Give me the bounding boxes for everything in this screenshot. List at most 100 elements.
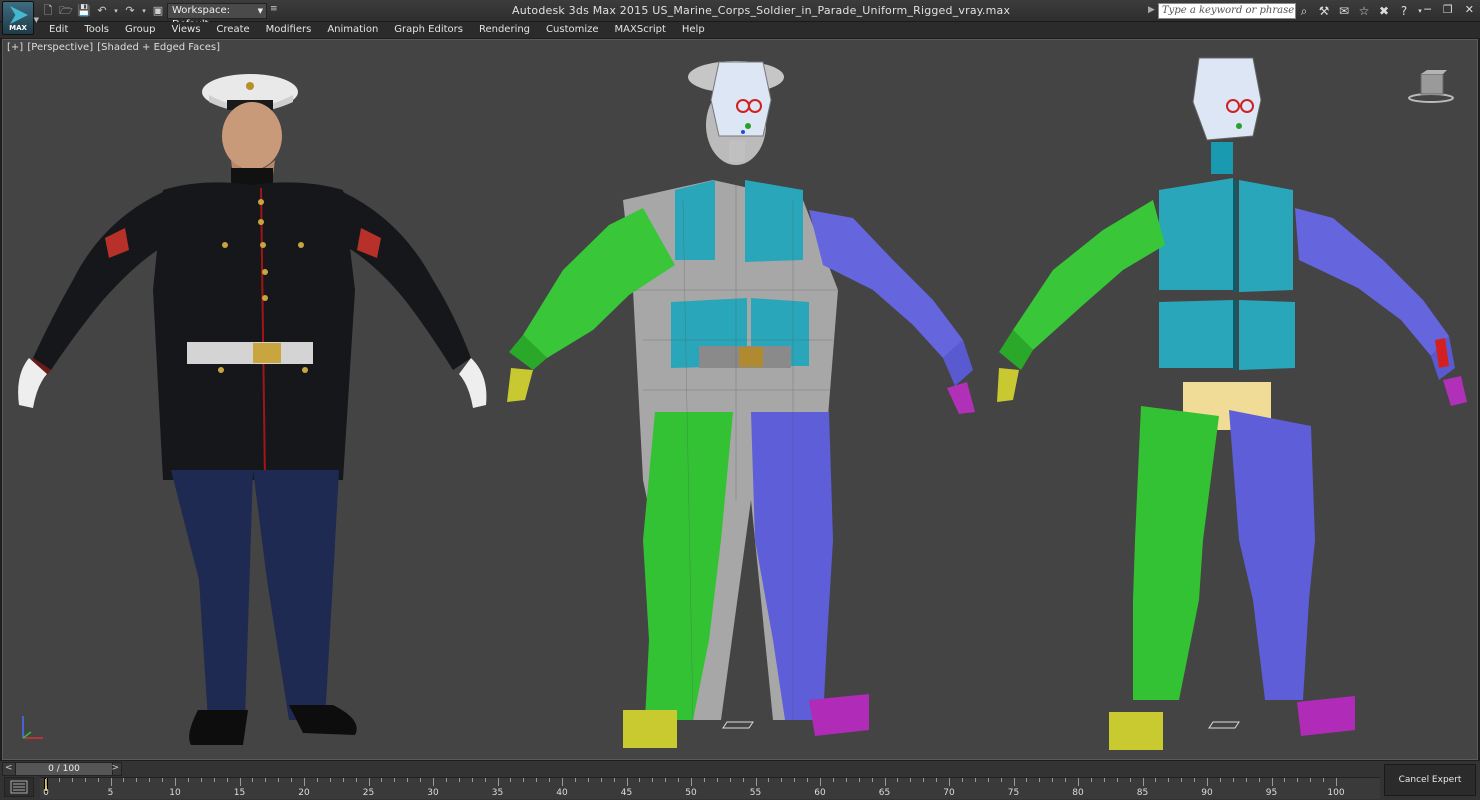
ruler-tick bbox=[858, 778, 860, 782]
redo-icon[interactable]: ↷ bbox=[122, 3, 138, 19]
help-dropdown-icon[interactable]: ▾ bbox=[1416, 3, 1424, 19]
ruler-tick bbox=[1284, 778, 1286, 782]
application-menu-button[interactable]: MAX ▼ bbox=[2, 1, 39, 35]
ruler-tick bbox=[1026, 778, 1028, 782]
subscription-icon[interactable]: ⚒ bbox=[1316, 3, 1332, 19]
binoculars-icon[interactable]: ⌕ bbox=[1296, 3, 1312, 19]
redo-dropdown-icon[interactable]: ▾ bbox=[140, 3, 148, 19]
menu-rendering[interactable]: Rendering bbox=[471, 23, 538, 37]
max-logo-icon bbox=[10, 6, 28, 24]
ruler-tick bbox=[381, 778, 383, 782]
save-icon[interactable]: 💾 bbox=[76, 3, 92, 19]
ruler-tick bbox=[1323, 778, 1325, 782]
menu-edit[interactable]: Edit bbox=[41, 23, 76, 37]
window-title: Autodesk 3ds Max 2015 US_Marine_Corps_So… bbox=[512, 4, 1011, 17]
ruler-tick bbox=[329, 778, 331, 782]
ruler-tick bbox=[691, 778, 692, 786]
ruler-tick bbox=[613, 778, 615, 782]
help-icon[interactable]: ? bbox=[1396, 3, 1412, 19]
time-slider-prev[interactable]: < bbox=[5, 763, 13, 773]
ruler-tick bbox=[742, 778, 744, 782]
marine-skeleton-rig[interactable] bbox=[997, 57, 1467, 750]
ruler-tick bbox=[291, 778, 293, 782]
ruler-tick bbox=[407, 778, 409, 782]
undo-icon[interactable]: ↶ bbox=[94, 3, 110, 19]
search-input[interactable]: Type a keyword or phrase bbox=[1158, 3, 1296, 19]
ruler-tick bbox=[1065, 778, 1067, 782]
ruler-tick-label: 35 bbox=[491, 788, 504, 798]
ruler-tick bbox=[342, 778, 344, 782]
helper-object[interactable] bbox=[722, 721, 754, 729]
ruler-tick bbox=[1013, 778, 1015, 786]
menu-views[interactable]: Views bbox=[163, 23, 208, 37]
chevron-right-icon[interactable]: ▶ bbox=[1148, 5, 1155, 15]
menu-bar: Edit Tools Group Views Create Modifiers … bbox=[0, 22, 1480, 38]
ruler-tick-label: 50 bbox=[685, 788, 697, 798]
time-slider-thumb[interactable]: 0 / 100 bbox=[15, 762, 113, 776]
communication-icon[interactable]: ✉ bbox=[1336, 3, 1352, 19]
workspace-dropdown[interactable]: Workspace: Default ▼ bbox=[167, 3, 267, 30]
close-icon[interactable]: ✕ bbox=[1465, 3, 1474, 16]
menu-create[interactable]: Create bbox=[208, 23, 257, 37]
track-bar[interactable]: 0 5 10 15 20 25 30 35 40 45 50 55 60 65 70 75 80 85 90 95 10… bbox=[40, 777, 1380, 799]
ruler-tick bbox=[600, 778, 602, 782]
ruler-tick bbox=[820, 778, 821, 786]
ruler-tick-label: 75 bbox=[1007, 788, 1020, 798]
ruler-tick-label: 40 bbox=[556, 788, 568, 798]
ruler-tick bbox=[1232, 778, 1234, 782]
ruler-tick bbox=[394, 778, 396, 782]
ruler-tick bbox=[807, 778, 809, 782]
ruler-tick bbox=[200, 778, 202, 782]
scene-figures bbox=[18, 57, 1467, 750]
star-icon[interactable]: ☆ bbox=[1356, 3, 1372, 19]
ruler-tick bbox=[794, 778, 796, 782]
viewcube-icon[interactable] bbox=[1407, 66, 1457, 106]
ruler-tick-label: 30 bbox=[427, 788, 439, 798]
ruler-tick bbox=[1129, 778, 1131, 782]
new-icon[interactable]: 🗋 bbox=[40, 3, 56, 19]
perspective-viewport[interactable]: [+] [Perspective] [Shaded + Edged Faces] bbox=[2, 39, 1478, 760]
open-icon[interactable]: 🗁 bbox=[58, 3, 74, 19]
time-slider[interactable]: < 0 / 100 > bbox=[2, 762, 122, 776]
ruler-tick bbox=[1258, 778, 1260, 782]
exchange-icon[interactable]: ✖ bbox=[1376, 3, 1392, 19]
ruler-tick bbox=[871, 778, 873, 782]
undo-dropdown-icon[interactable]: ▾ bbox=[112, 3, 120, 19]
ruler-tick bbox=[445, 778, 447, 782]
trackbar-toggle-icon[interactable] bbox=[4, 777, 34, 797]
menu-customize[interactable]: Customize bbox=[538, 23, 607, 37]
ruler-tick bbox=[549, 778, 551, 782]
marine-model-textured[interactable] bbox=[18, 74, 487, 745]
ruler-tick bbox=[58, 778, 60, 782]
ruler-tick bbox=[510, 778, 512, 782]
time-slider-next[interactable]: > bbox=[111, 763, 119, 773]
menu-group[interactable]: Group bbox=[117, 23, 163, 37]
ruler-tick-label: 85 bbox=[1136, 788, 1149, 798]
ruler-tick bbox=[1155, 778, 1157, 782]
ruler-tick bbox=[471, 778, 473, 782]
ruler-tick-label: 80 bbox=[1072, 788, 1084, 798]
customize-qat-icon[interactable]: ≡ bbox=[270, 4, 278, 14]
marine-model-wireframe-rig[interactable] bbox=[507, 61, 975, 748]
menu-graph-editors[interactable]: Graph Editors bbox=[386, 23, 471, 37]
ruler-tick-label: 95 bbox=[1265, 788, 1278, 798]
ruler-tick bbox=[84, 778, 86, 782]
menu-help[interactable]: Help bbox=[674, 23, 713, 37]
menu-tools[interactable]: Tools bbox=[76, 23, 117, 37]
minimize-icon[interactable]: ─ bbox=[1424, 3, 1431, 16]
ruler-tick bbox=[1090, 778, 1092, 782]
menu-modifiers[interactable]: Modifiers bbox=[258, 23, 320, 37]
cancel-expert-mode-button[interactable]: Cancel Expert Mode bbox=[1384, 764, 1476, 796]
ruler-tick bbox=[974, 778, 976, 782]
maximize-icon[interactable]: ❐ bbox=[1443, 3, 1453, 16]
ruler-tick bbox=[226, 778, 228, 782]
ruler-tick bbox=[1116, 778, 1118, 782]
helper-object[interactable] bbox=[1208, 721, 1240, 729]
menu-animation[interactable]: Animation bbox=[319, 23, 386, 37]
menu-maxscript[interactable]: MAXScript bbox=[607, 23, 674, 37]
ruler-tick bbox=[626, 778, 628, 786]
project-icon[interactable]: ▣ bbox=[150, 3, 166, 19]
ruler-tick bbox=[536, 778, 538, 782]
ruler-tick bbox=[187, 778, 189, 782]
ruler-tick-label: 65 bbox=[878, 788, 891, 798]
